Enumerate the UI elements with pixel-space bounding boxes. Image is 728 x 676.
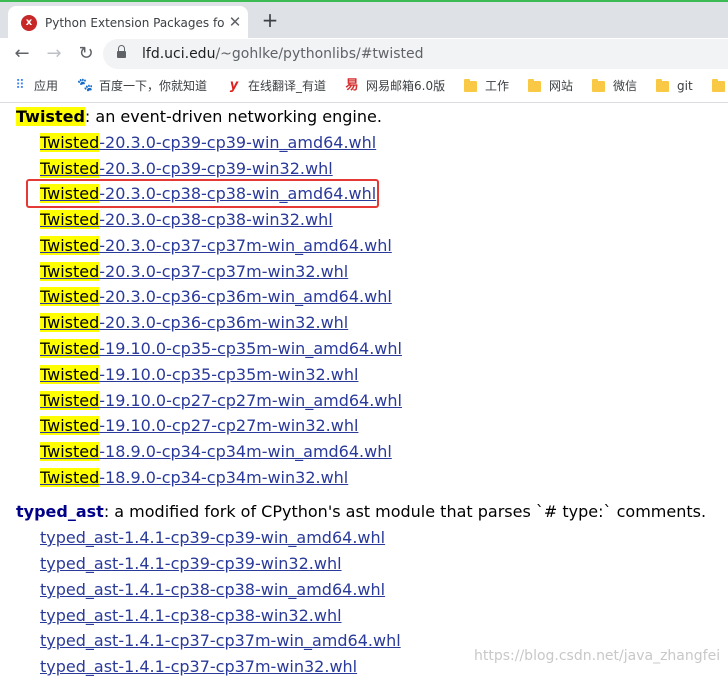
link-highlight: Twisted <box>40 391 100 410</box>
bookmark-folder-wechat[interactable]: 微信 <box>592 78 637 94</box>
bookmark-folder-work[interactable]: 工作 <box>464 78 509 94</box>
download-link[interactable]: Twisted-20.3.0-cp36-cp36m-win_amd64.whl <box>40 287 392 307</box>
browser-tab[interactable]: x Python Extension Packages fo ✕ <box>8 6 248 38</box>
x-logo-icon: x <box>21 15 37 31</box>
download-link[interactable]: Twisted-19.10.0-cp35-cp35m-win_amd64.whl <box>40 339 402 359</box>
url-path: /~gohlke/pythonlibs/#twisted <box>215 46 424 62</box>
folder-icon <box>712 79 725 92</box>
selection-highlight-box <box>26 179 379 208</box>
link-highlight: Twisted <box>40 210 100 229</box>
link-highlight: Twisted <box>40 416 100 435</box>
bookmark-label: 工作 <box>485 79 510 93</box>
download-link[interactable]: Twisted-18.9.0-cp34-cp34m-win_amd64.whl <box>40 442 392 462</box>
bookmark-label: 网易邮箱6.0版 <box>366 79 446 93</box>
arrow-right-icon[interactable]: → <box>42 42 66 66</box>
link-highlight: Twisted <box>40 159 100 178</box>
lock-icon <box>117 45 126 58</box>
package-name: typed_ast <box>16 502 104 521</box>
bookmark-label: 网站 <box>549 79 574 93</box>
folder-icon <box>592 79 605 92</box>
bookmark-163mail[interactable]: 易网易邮箱6.0版 <box>344 78 445 94</box>
bookmark-baidu[interactable]: 🐾 百度一下，你就知道 <box>77 78 207 94</box>
download-link[interactable]: Twisted-20.3.0-cp37-cp37m-win_amd64.whl <box>40 236 392 256</box>
youdao-y-icon: y <box>229 78 239 93</box>
page-content: Twisted: an event-driven networking engi… <box>0 103 728 676</box>
download-link[interactable]: typed_ast-1.4.1-cp39-cp39-win32.whl <box>40 554 342 574</box>
link-filename: -20.3.0-cp36-cp36m-win_amd64.whl <box>99 287 392 306</box>
download-link[interactable]: Twisted-18.9.0-cp34-cp34m-win32.whl <box>40 468 348 488</box>
bookmark-folder-overflow[interactable] <box>712 78 728 94</box>
download-link[interactable]: Twisted-20.3.0-cp37-cp37m-win32.whl <box>40 262 348 282</box>
download-link[interactable]: Twisted-20.3.0-cp38-cp38-win32.whl <box>40 210 333 230</box>
url-domain: lfd.uci.edu <box>142 46 216 62</box>
download-link[interactable]: Twisted-19.10.0-cp35-cp35m-win32.whl <box>40 365 358 385</box>
tab-strip: x Python Extension Packages fo ✕ + <box>0 2 728 38</box>
reload-icon[interactable]: ↻ <box>74 42 98 66</box>
link-highlight: Twisted <box>40 133 100 152</box>
link-filename: -19.10.0-cp27-cp27m-win32.whl <box>99 416 359 435</box>
package-heading-typed-ast: typed_ast: a modified fork of CPython's … <box>16 502 706 522</box>
link-filename: -20.3.0-cp38-cp38-win32.whl <box>99 210 333 229</box>
link-highlight: Twisted <box>40 287 100 306</box>
apps-grid-icon: ⠿ <box>15 78 25 93</box>
link-highlight: Twisted <box>40 236 100 255</box>
netease-mail-icon: 易 <box>345 78 359 93</box>
link-filename: -20.3.0-cp36-cp36m-win32.whl <box>99 313 349 332</box>
link-filename: -18.9.0-cp34-cp34m-win_amd64.whl <box>99 442 392 461</box>
download-link[interactable]: Twisted-19.10.0-cp27-cp27m-win_amd64.whl <box>40 391 402 411</box>
folder-icon <box>464 79 477 92</box>
link-filename: -20.3.0-cp39-cp39-win32.whl <box>99 159 333 178</box>
link-highlight: Twisted <box>40 365 100 384</box>
url-text[interactable]: lfd.uci.edu/~gohlke/pythonlibs/#twisted <box>142 45 424 63</box>
download-link[interactable]: Twisted-20.3.0-cp36-cp36m-win32.whl <box>40 313 348 333</box>
package-name: Twisted <box>16 107 85 126</box>
bookmark-label: 应用 <box>34 79 59 93</box>
link-highlight: Twisted <box>40 468 100 487</box>
tab-title: Python Extension Packages fo <box>45 16 225 30</box>
package-description: : an event-driven networking engine. <box>84 107 382 126</box>
arrow-left-icon[interactable]: ← <box>10 42 34 66</box>
bookmark-youdao[interactable]: y 在线翻译_有道 <box>226 78 326 94</box>
bookmark-label: git <box>677 79 693 93</box>
bookmark-label: 微信 <box>613 79 638 93</box>
link-highlight: Twisted <box>40 442 100 461</box>
link-filename: -20.3.0-cp39-cp39-win_amd64.whl <box>99 133 377 152</box>
address-bar[interactable]: lfd.uci.edu/~gohlke/pythonlibs/#twisted <box>103 39 728 69</box>
close-icon[interactable]: ✕ <box>226 13 244 31</box>
link-filename: -20.3.0-cp37-cp37m-win_amd64.whl <box>99 236 392 255</box>
watermark: https://blog.csdn.net/java_zhangfei <box>474 648 721 664</box>
download-link[interactable]: typed_ast-1.4.1-cp37-cp37m-win32.whl <box>40 657 357 676</box>
download-link[interactable]: typed_ast-1.4.1-cp38-cp38-win32.whl <box>40 606 342 626</box>
browser-toolbar: ← → ↻ lfd.uci.edu/~gohlke/pythonlibs/#tw… <box>0 38 728 70</box>
bookmark-folder-sites[interactable]: 网站 <box>528 78 573 94</box>
download-link[interactable]: Twisted-20.3.0-cp39-cp39-win32.whl <box>40 159 333 179</box>
link-highlight: Twisted <box>40 262 100 281</box>
link-highlight: Twisted <box>40 313 100 332</box>
download-link[interactable]: typed_ast-1.4.1-cp37-cp37m-win_amd64.whl <box>40 631 401 651</box>
package-description: : a modified fork of CPython's ast modul… <box>103 502 707 521</box>
link-filename: -19.10.0-cp27-cp27m-win_amd64.whl <box>99 391 402 410</box>
link-filename: -19.10.0-cp35-cp35m-win_amd64.whl <box>99 339 402 358</box>
bookmarks-bar: ⠿ 应用 🐾 百度一下，你就知道 y 在线翻译_有道 易网易邮箱6.0版 工作 网站 … <box>0 70 728 103</box>
bookmark-apps[interactable]: ⠿ 应用 <box>12 78 58 94</box>
package-heading-twisted: Twisted: an event-driven networking engi… <box>16 107 382 127</box>
link-highlight: Twisted <box>40 339 100 358</box>
bookmark-folder-git[interactable]: git <box>656 78 693 94</box>
download-link[interactable]: typed_ast-1.4.1-cp38-cp38-win_amd64.whl <box>40 580 385 600</box>
baidu-paw-icon: 🐾 <box>77 78 94 93</box>
link-filename: -20.3.0-cp37-cp37m-win32.whl <box>99 262 349 281</box>
link-filename: -19.10.0-cp35-cp35m-win32.whl <box>99 365 359 384</box>
download-link[interactable]: Twisted-20.3.0-cp39-cp39-win_amd64.whl <box>40 133 376 153</box>
bookmark-label: 百度一下，你就知道 <box>99 79 208 93</box>
folder-icon <box>528 79 541 92</box>
download-link[interactable]: Twisted-19.10.0-cp27-cp27m-win32.whl <box>40 416 358 436</box>
link-filename: -18.9.0-cp34-cp34m-win32.whl <box>99 468 349 487</box>
plus-icon[interactable]: + <box>259 9 281 31</box>
download-link[interactable]: typed_ast-1.4.1-cp39-cp39-win_amd64.whl <box>40 528 385 548</box>
bookmark-label: 在线翻译_有道 <box>248 79 327 93</box>
folder-icon <box>656 79 669 92</box>
